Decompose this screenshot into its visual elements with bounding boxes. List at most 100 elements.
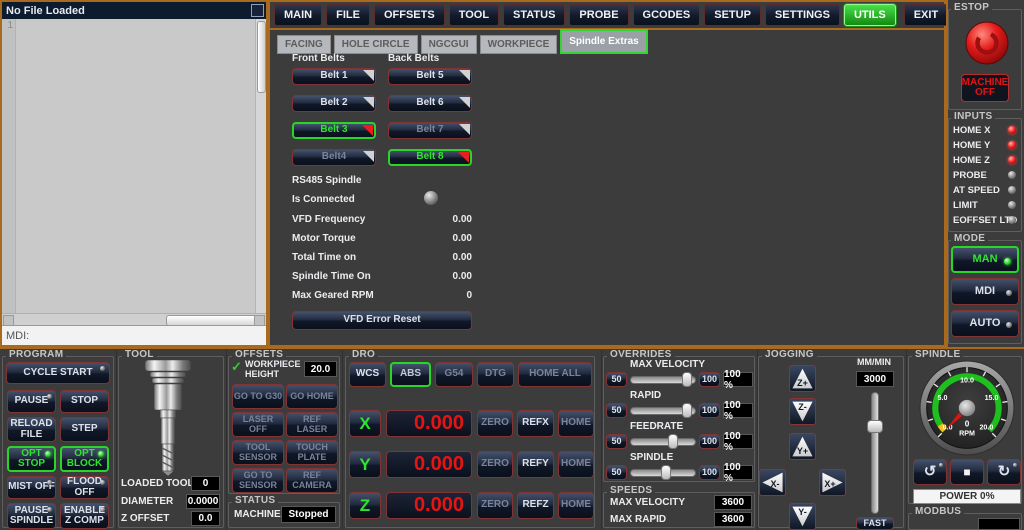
- opt-stop-button[interactable]: OPT STOP: [7, 446, 56, 472]
- max-velocity-max-button[interactable]: 100: [699, 372, 720, 387]
- ref-camera-button[interactable]: REF CAMERA: [286, 468, 338, 493]
- editor-horizontal-scrollbar[interactable]: [2, 313, 266, 325]
- belt-8-button[interactable]: Belt 8: [388, 149, 472, 166]
- tab-facing[interactable]: FACING: [277, 35, 331, 54]
- scroll-right-arrow[interactable]: [254, 315, 265, 326]
- editor-collapse-button[interactable]: [251, 4, 264, 17]
- vertical-scroll-thumb[interactable]: [257, 21, 266, 93]
- speeds-max-velocity-value[interactable]: 3600: [714, 495, 752, 510]
- belt-1-button[interactable]: Belt 1: [292, 68, 376, 85]
- jog-speed-slider[interactable]: [871, 392, 879, 514]
- workpiece-height-checkbox[interactable]: ✓: [231, 359, 242, 375]
- menu-setup[interactable]: SETUP: [704, 4, 761, 26]
- reload-file-button[interactable]: RELOAD FILE: [7, 417, 56, 442]
- menu-utils[interactable]: UTILS: [844, 4, 896, 26]
- pause-button[interactable]: PAUSE: [7, 390, 56, 413]
- belt-2-button[interactable]: Belt 2: [292, 95, 376, 112]
- jog-y-minus-button[interactable]: Y-: [789, 503, 816, 530]
- menu-tool[interactable]: TOOL: [449, 4, 499, 26]
- spindle-min-button[interactable]: 50: [606, 465, 627, 480]
- tab-workpiece[interactable]: WORKPIECE: [480, 35, 558, 54]
- speeds-max-rapid-value[interactable]: 3600: [714, 512, 752, 527]
- max-velocity-slider-thumb[interactable]: [682, 372, 692, 387]
- go-to-g30-button[interactable]: GO TO G30: [232, 384, 284, 409]
- belt-3-button[interactable]: Belt 3: [292, 122, 376, 139]
- g54-button[interactable]: G54: [435, 362, 473, 387]
- menu-file[interactable]: FILE: [326, 4, 370, 26]
- jog-speed-slider-thumb[interactable]: [867, 420, 883, 433]
- x-axis-button[interactable]: X: [349, 410, 381, 437]
- ref-y-button[interactable]: REFY: [517, 451, 554, 478]
- feedrate-max-button[interactable]: 100: [699, 434, 720, 449]
- jog-x-plus-button[interactable]: X+: [819, 469, 846, 496]
- feedrate-slider[interactable]: [630, 438, 696, 446]
- dtg-button[interactable]: DTG: [477, 362, 514, 387]
- abs-button[interactable]: ABS: [390, 362, 431, 387]
- menu-settings[interactable]: SETTINGS: [765, 4, 840, 26]
- step-button[interactable]: STEP: [60, 417, 109, 442]
- tab-ngcgui[interactable]: NGCGUI: [421, 35, 477, 54]
- fast-button[interactable]: FAST: [856, 517, 894, 530]
- spindle-cw-button[interactable]: ↻: [987, 459, 1021, 485]
- home-y-button[interactable]: HOME: [558, 451, 594, 478]
- mode-auto-button[interactable]: AUTO: [951, 310, 1019, 337]
- feedrate-min-button[interactable]: 50: [606, 434, 627, 449]
- editor-vertical-scrollbar[interactable]: [255, 19, 266, 313]
- belt-5-button[interactable]: Belt 5: [388, 68, 472, 85]
- mode-mdi-button[interactable]: MDI: [951, 278, 1019, 305]
- jog-y-plus-button[interactable]: Y+: [789, 433, 816, 460]
- feedrate-slider-thumb[interactable]: [668, 434, 678, 449]
- y-axis-button[interactable]: Y: [349, 451, 381, 478]
- tab-hole-circle[interactable]: HOLE CIRCLE: [334, 35, 418, 54]
- home-x-button[interactable]: HOME: [558, 410, 594, 437]
- spindle-slider-thumb[interactable]: [661, 465, 671, 480]
- ref-laser-button[interactable]: REF LASER: [286, 412, 338, 437]
- belt-4-button[interactable]: Belt4: [292, 149, 376, 166]
- scroll-left-arrow[interactable]: [3, 315, 14, 326]
- home-z-button[interactable]: HOME: [558, 492, 594, 519]
- mdi-input[interactable]: MDI:: [2, 325, 266, 345]
- go-to-sensor-button[interactable]: GO TO SENSOR: [232, 468, 284, 493]
- pause-spindle-button[interactable]: PAUSE SPINDLE: [7, 503, 56, 529]
- ref-x-button[interactable]: REFX: [517, 410, 554, 437]
- flood-button[interactable]: FLOOD OFF: [60, 476, 109, 499]
- ref-z-button[interactable]: REFZ: [517, 492, 554, 519]
- mode-man-button[interactable]: MAN: [951, 246, 1019, 273]
- wcs-button[interactable]: WCS: [349, 362, 386, 387]
- stop-button[interactable]: STOP: [60, 390, 109, 413]
- zero-y-button[interactable]: ZERO: [477, 451, 513, 478]
- opt-block-button[interactable]: OPT BLOCK: [60, 446, 109, 472]
- spindle-stop-button[interactable]: ■: [950, 459, 984, 485]
- tab-spindle-extras[interactable]: Spindle Extras: [560, 29, 647, 54]
- menu-offsets[interactable]: OFFSETS: [374, 4, 445, 26]
- cycle-start-button[interactable]: CYCLE START: [6, 362, 110, 384]
- menu-main[interactable]: MAIN: [274, 4, 322, 26]
- jog-speed-value[interactable]: 3000: [856, 371, 894, 387]
- zero-x-button[interactable]: ZERO: [477, 410, 513, 437]
- jog-z-minus-button[interactable]: Z-: [789, 398, 816, 425]
- exit-button[interactable]: EXIT: [904, 4, 948, 26]
- z-comp-button[interactable]: ENABLE Z COMP: [60, 503, 109, 529]
- jog-z-plus-button[interactable]: Z+: [789, 365, 816, 392]
- jog-x-minus-button[interactable]: X-: [759, 469, 786, 496]
- go-home-button[interactable]: GO HOME: [286, 384, 338, 409]
- mist-button[interactable]: MIST OFF: [7, 476, 56, 499]
- machine-off-button[interactable]: MACHINE OFF: [961, 74, 1009, 102]
- gcode-text-area[interactable]: 1: [2, 19, 266, 313]
- menu-gcodes[interactable]: GCODES: [633, 4, 701, 26]
- horizontal-scroll-thumb[interactable]: [166, 315, 258, 326]
- zero-z-button[interactable]: ZERO: [477, 492, 513, 519]
- max-velocity-min-button[interactable]: 50: [606, 372, 627, 387]
- laser-off-button[interactable]: LASER OFF: [232, 412, 284, 437]
- spindle-ccw-button[interactable]: ↺: [913, 459, 947, 485]
- rapid-slider-thumb[interactable]: [682, 403, 692, 418]
- workpiece-height-value[interactable]: 20.0: [304, 361, 337, 377]
- belt-7-button[interactable]: Belt 7: [388, 122, 472, 139]
- menu-status[interactable]: STATUS: [503, 4, 565, 26]
- belt-6-button[interactable]: Belt 6: [388, 95, 472, 112]
- rapid-max-button[interactable]: 100: [699, 403, 720, 418]
- tool-sensor-button[interactable]: TOOL SENSOR: [232, 440, 284, 465]
- vfd-error-reset-button[interactable]: VFD Error Reset: [292, 311, 472, 330]
- spindle-max-button[interactable]: 100: [699, 465, 720, 480]
- home-all-button[interactable]: HOME ALL: [518, 362, 592, 387]
